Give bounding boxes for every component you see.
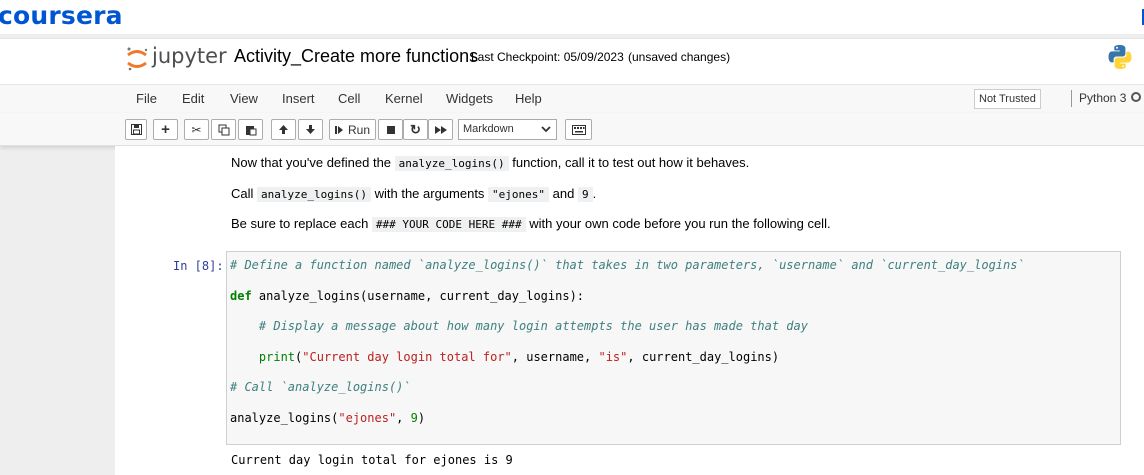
md-text: Now that you've defined the — [231, 155, 395, 170]
command-palette-button[interactable] — [565, 119, 592, 140]
move-down-button[interactable] — [298, 119, 323, 140]
keyboard-icon — [571, 124, 586, 135]
markdown-line-3: Be sure to replace each ### YOUR CODE HE… — [231, 216, 831, 232]
menu-insert[interactable]: Insert — [282, 91, 315, 106]
markdown-line-2: Call analyze_logins() with the arguments… — [231, 186, 597, 202]
code-line-2: def analyze_logins(username, current_day… — [230, 289, 584, 303]
code-keyword: def — [230, 289, 252, 303]
plus-icon: + — [161, 121, 170, 138]
code-comment: # Display a message about how many login… — [230, 319, 808, 333]
restart-icon: ↻ — [410, 121, 421, 137]
restart-kernel-button[interactable]: ↻ — [403, 119, 428, 140]
menu-file[interactable]: File — [136, 91, 157, 106]
code-line-5: # Call `analyze_logins()` — [230, 380, 411, 394]
python-logo-icon — [1108, 45, 1132, 69]
md-text: Be sure to replace each — [231, 216, 372, 231]
coursera-logo[interactable]: coursera — [0, 1, 123, 30]
stop-icon — [386, 125, 395, 134]
code-line-3: # Display a message about how many login… — [230, 319, 808, 333]
code-builtin: print — [258, 350, 296, 364]
menu-bar: File Edit View Insert Cell Kernel Widget… — [0, 84, 1144, 114]
save-button[interactable] — [125, 119, 147, 140]
md-text: . — [592, 186, 597, 201]
menu-edit[interactable]: Edit — [182, 91, 204, 106]
save-icon — [130, 124, 142, 135]
code-string: "is" — [598, 350, 628, 364]
coursera-topbar: coursera — [0, 0, 1144, 34]
jupyter-header: jupyter Activity_Create more functions L… — [0, 38, 1144, 85]
restart-run-all-button[interactable] — [428, 119, 453, 140]
kernel-status-icon — [1131, 92, 1141, 102]
code-text: , — [396, 411, 411, 425]
notebook-toolbar: + ✂ Run ↻ Markdown — [0, 113, 1144, 146]
code-string: "Current day login total for" — [302, 350, 512, 364]
move-up-button[interactable] — [271, 119, 296, 140]
scissors-icon: ✂ — [191, 122, 202, 137]
code-text: analyze_logins(username, current_day_log… — [251, 289, 585, 303]
code-text: ) — [417, 411, 426, 425]
code-text: analyze_logins( — [230, 411, 339, 425]
code-line-6: analyze_logins("ejones", 9) — [230, 411, 425, 425]
kernel-divider — [1071, 90, 1072, 107]
md-text: function, call it to test out how it beh… — [508, 155, 750, 170]
arrow-down-icon — [306, 125, 315, 134]
paste-cells-button[interactable] — [238, 119, 263, 140]
code-comment: # Define a function named `analyze_login… — [230, 258, 1025, 272]
paste-icon — [245, 125, 256, 135]
notebook-title[interactable]: Activity_Create more functions — [234, 46, 478, 67]
menu-cell[interactable]: Cell — [338, 91, 360, 106]
code-string: "ejones" — [338, 411, 397, 425]
menu-help[interactable]: Help — [515, 91, 542, 106]
save-status: (unsaved changes) — [628, 50, 731, 64]
inline-code: analyze_logins() — [394, 156, 509, 171]
md-text: with the arguments — [370, 186, 489, 201]
chevron-down-icon — [541, 126, 551, 133]
markdown-line-1: Now that you've defined the analyze_logi… — [231, 155, 750, 171]
step-forward-icon — [334, 125, 343, 134]
fast-forward-icon — [434, 125, 447, 134]
md-text: and — [549, 186, 578, 201]
jupyter-logo-text[interactable]: jupyter — [152, 44, 227, 68]
jupyter-logo-icon[interactable] — [125, 46, 149, 72]
code-line-4: print("Current day login total for", use… — [230, 350, 779, 364]
kernel-name[interactable]: Python 3 — [1079, 91, 1126, 105]
code-number: 9 — [410, 411, 418, 425]
copy-cells-button[interactable] — [211, 119, 236, 140]
arrow-up-icon — [279, 125, 288, 134]
trust-status-button[interactable]: Not Trusted — [974, 89, 1041, 109]
run-button[interactable]: Run — [329, 119, 376, 140]
md-text: Call — [231, 186, 258, 201]
code-text: , current_day_logins) — [627, 350, 780, 364]
cell-output: Current day login total for ejones is 9 — [231, 453, 513, 467]
inline-code: 9 — [577, 187, 593, 202]
last-checkpoint: Last Checkpoint: 05/09/2023 — [471, 50, 624, 64]
menu-widgets[interactable]: Widgets — [446, 91, 493, 106]
copy-icon — [218, 124, 229, 135]
run-label: Run — [347, 122, 370, 137]
menu-kernel[interactable]: Kernel — [385, 91, 423, 106]
code-line-1: # Define a function named `analyze_login… — [230, 258, 1025, 272]
interrupt-kernel-button[interactable] — [378, 119, 403, 140]
menu-view[interactable]: View — [230, 91, 258, 106]
cell-type-select[interactable]: Markdown — [458, 119, 557, 140]
inline-code: analyze_logins() — [257, 187, 371, 202]
insert-cell-button[interactable]: + — [153, 119, 178, 140]
cell-type-value: Markdown — [463, 123, 514, 135]
md-text: with your own code before you run the fo… — [525, 216, 831, 231]
input-prompt: In [8]: — [173, 259, 224, 273]
inline-code: ### YOUR CODE HERE ### — [371, 217, 526, 232]
inline-code: "ejones" — [488, 187, 550, 202]
cut-cells-button[interactable]: ✂ — [184, 119, 209, 140]
code-comment: # Call `analyze_logins()` — [230, 380, 411, 394]
code-text: , username, — [511, 350, 599, 364]
